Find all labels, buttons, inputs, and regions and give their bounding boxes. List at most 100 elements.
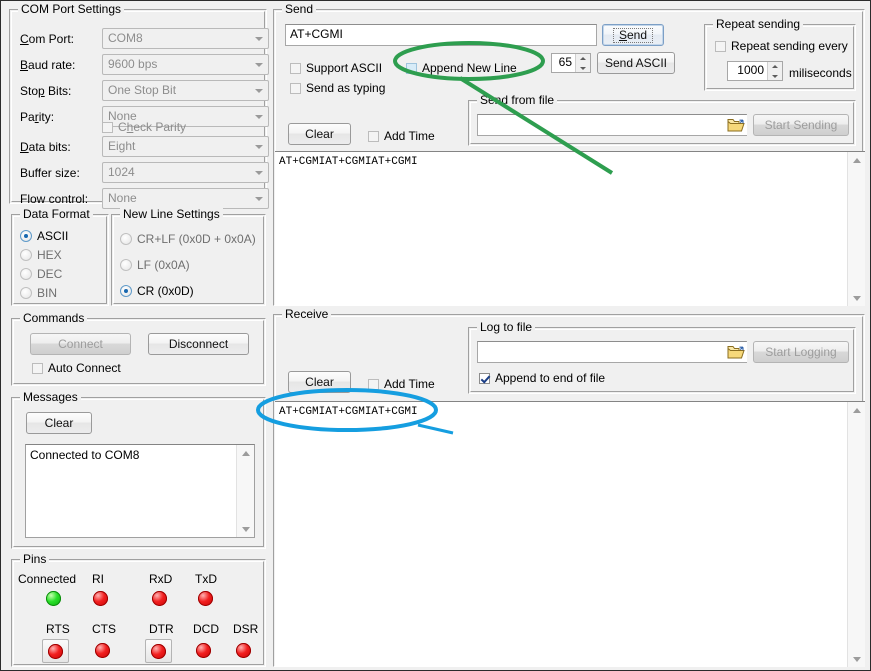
connect-button-label: Connect: [58, 337, 103, 351]
start-logging-button[interactable]: Start Logging: [753, 341, 849, 363]
pin-led-rts: [48, 644, 63, 659]
checkbox-box: [479, 373, 490, 384]
send-clear-label: Clear: [305, 127, 334, 141]
spinner-buttons[interactable]: [767, 62, 782, 80]
combo-data-bits[interactable]: Eight: [102, 136, 269, 157]
new-line-settings-group: New Line Settings CR+LF (0x0D + 0x0A) LF…: [111, 214, 266, 306]
checkbox-auto-connect[interactable]: Auto Connect: [32, 361, 121, 375]
messages-text: Connected to COM8: [26, 445, 237, 537]
scroll-up-icon[interactable]: [848, 152, 865, 168]
pin-label-connected: Connected: [18, 572, 76, 586]
spinner-down-icon[interactable]: [768, 71, 782, 80]
scroll-up-icon[interactable]: [237, 445, 254, 461]
radio-data-format-dec[interactable]: DEC: [20, 267, 62, 281]
combo-baud-rate[interactable]: 9600 bps: [102, 54, 269, 75]
checkbox-append-new-line[interactable]: Append New Line: [406, 61, 517, 75]
scroll-up-icon[interactable]: [848, 402, 865, 418]
repeat-interval-spinner[interactable]: 1000: [727, 61, 783, 81]
repeat-unit-label: miliseconds: [789, 66, 852, 80]
connect-button[interactable]: Connect: [30, 333, 131, 355]
send-title: Send: [282, 2, 316, 16]
send-log-scrollbar[interactable]: [847, 152, 865, 306]
pin-label-ri: RI: [92, 572, 104, 586]
start-sending-label: Start Sending: [765, 118, 838, 132]
com-port-settings-title: COM Port Settings: [18, 2, 124, 16]
combo-buffer-size[interactable]: 1024: [102, 162, 269, 183]
receive-clear-button[interactable]: Clear: [288, 371, 351, 393]
combo-flow-control-value: None: [108, 191, 137, 205]
send-button-label: Send: [613, 28, 653, 43]
pin-led-ri: [93, 591, 108, 606]
radio-data-format-ascii[interactable]: ASCII: [20, 229, 68, 243]
repeat-sending-group: Repeat sending Repeat sending every 1000…: [704, 24, 856, 91]
combo-com-port[interactable]: COM8: [102, 28, 269, 49]
radio-label: ASCII: [37, 229, 68, 243]
pin-button-dtr[interactable]: [145, 639, 172, 663]
messages-scrollbar[interactable]: [236, 445, 254, 537]
checkbox-send-as-typing-label: Send as typing: [306, 81, 385, 95]
new-line-settings-title: New Line Settings: [120, 207, 223, 221]
radio-data-format-hex[interactable]: HEX: [20, 248, 62, 262]
checkbox-box: [406, 63, 417, 74]
disconnect-button[interactable]: Disconnect: [148, 333, 249, 355]
com-port-settings-group: COM Port Settings Com Port: COM8 Baud ra…: [9, 9, 267, 204]
send-command-input[interactable]: AT+CGMI: [285, 24, 597, 46]
checkbox-repeat-sending[interactable]: Repeat sending every: [715, 39, 848, 53]
checkbox-send-add-time[interactable]: Add Time: [368, 129, 435, 143]
spinner-up-icon[interactable]: [768, 62, 782, 71]
messages-pane[interactable]: Connected to COM8: [25, 444, 255, 538]
pins-title: Pins: [20, 552, 49, 566]
combo-baud-rate-value: 9600 bps: [108, 57, 157, 71]
radio-label: DEC: [37, 267, 62, 281]
radio-newline-crlf[interactable]: CR+LF (0x0D + 0x0A): [120, 232, 256, 246]
combo-flow-control[interactable]: None: [102, 188, 269, 209]
send-from-file-browse-button[interactable]: [725, 115, 747, 135]
checkbox-append-new-line-label: Append New Line: [422, 61, 517, 75]
checkbox-send-add-time-label: Add Time: [384, 129, 435, 143]
scroll-down-icon[interactable]: [237, 521, 254, 537]
checkbox-append-to-end-of-file[interactable]: Append to end of file: [479, 371, 605, 385]
checkbox-check-parity[interactable]: Check Parity: [102, 120, 186, 134]
log-to-file-browse-button[interactable]: [725, 342, 747, 362]
radio-data-format-bin[interactable]: BIN: [20, 286, 57, 300]
label-parity: Parity:: [20, 110, 54, 124]
send-from-file-input[interactable]: [477, 114, 747, 136]
checkbox-append-to-end-label: Append to end of file: [495, 371, 605, 385]
chevron-down-icon: [255, 115, 263, 119]
radio-newline-lf[interactable]: LF (0x0A): [120, 258, 190, 272]
messages-title: Messages: [20, 390, 81, 404]
radio-dot: [20, 268, 32, 280]
receive-log-text: AT+CGMIAT+CGMIAT+CGMI: [275, 402, 848, 667]
send-group: Send AT+CGMI Send Support ASCII Append N…: [273, 9, 865, 306]
combo-buffer-size-value: 1024: [108, 165, 135, 179]
send-command-value: AT+CGMI: [290, 27, 343, 41]
send-button[interactable]: Send: [602, 24, 664, 46]
messages-clear-button[interactable]: Clear: [26, 412, 92, 434]
checkbox-support-ascii[interactable]: Support ASCII: [290, 61, 382, 75]
receive-log-scrollbar[interactable]: [847, 402, 865, 667]
pin-button-rts[interactable]: [42, 639, 69, 663]
ascii-code-spinner[interactable]: 65: [551, 53, 591, 73]
checkbox-send-as-typing[interactable]: Send as typing: [290, 81, 385, 95]
spinner-buttons[interactable]: [575, 54, 590, 72]
combo-stop-bits[interactable]: One Stop Bit: [102, 80, 269, 101]
spinner-up-icon[interactable]: [576, 54, 590, 63]
start-sending-button[interactable]: Start Sending: [753, 114, 849, 136]
receive-log-pane[interactable]: AT+CGMIAT+CGMIAT+CGMI: [275, 401, 865, 667]
chevron-down-icon: [255, 145, 263, 149]
send-ascii-button[interactable]: Send ASCII: [597, 52, 675, 74]
pin-led-dcd: [196, 643, 211, 658]
pin-label-dcd: DCD: [193, 622, 219, 636]
send-log-pane[interactable]: AT+CGMIAT+CGMIAT+CGMI: [275, 151, 865, 306]
pin-label-dsr: DSR: [233, 622, 258, 636]
checkbox-box: [102, 122, 113, 133]
checkbox-receive-add-time[interactable]: Add Time: [368, 377, 435, 391]
scroll-down-icon[interactable]: [848, 651, 865, 667]
chevron-down-icon: [255, 63, 263, 67]
checkbox-box: [290, 83, 301, 94]
scroll-down-icon[interactable]: [848, 290, 865, 306]
spinner-down-icon[interactable]: [576, 63, 590, 72]
send-clear-button[interactable]: Clear: [288, 123, 351, 145]
log-to-file-input[interactable]: [477, 341, 747, 363]
radio-newline-cr[interactable]: CR (0x0D): [120, 284, 194, 298]
